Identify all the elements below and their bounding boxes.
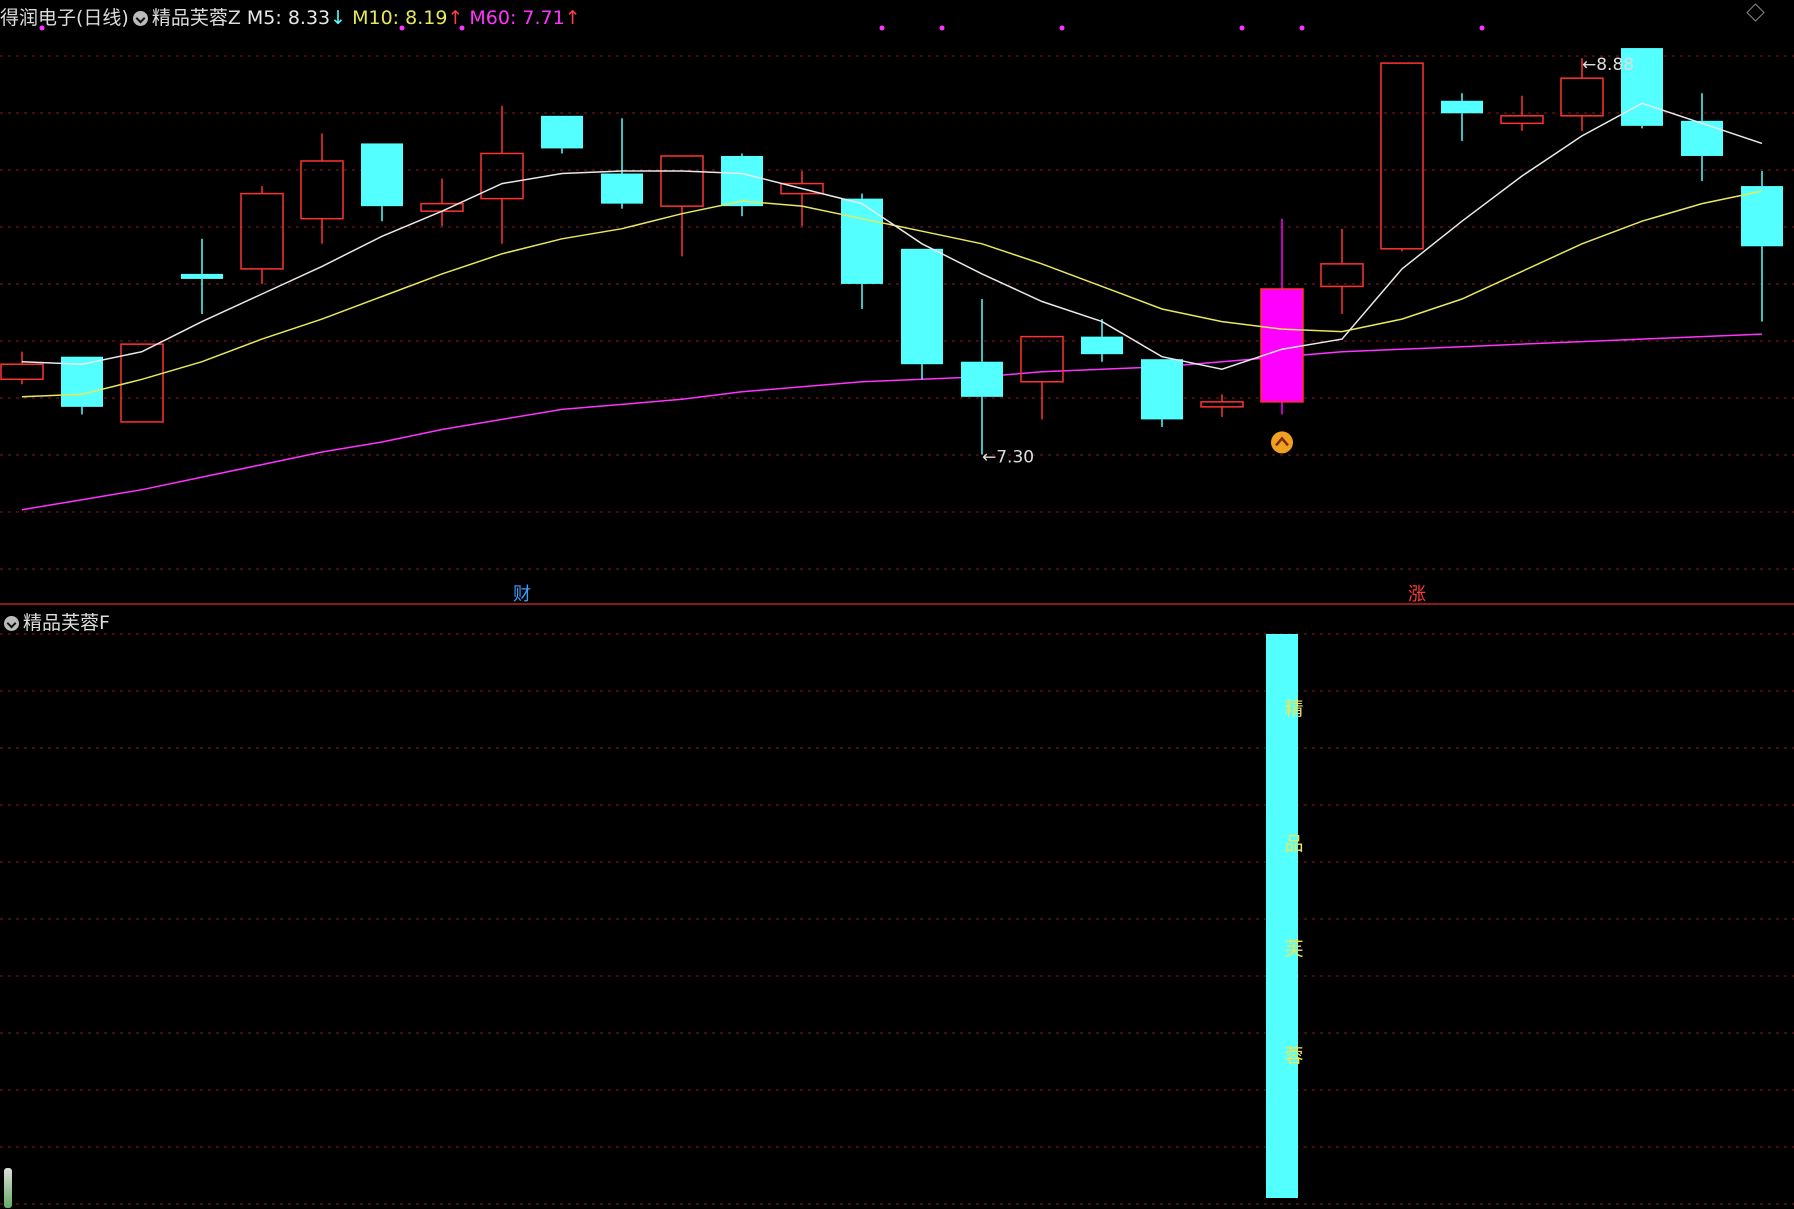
candle-body bbox=[240, 192, 284, 270]
candle-body bbox=[1380, 62, 1424, 250]
sub-panel-bars: 精品芙蓉 bbox=[1266, 634, 1304, 1198]
scroll-handle-icon[interactable] bbox=[4, 1168, 12, 1208]
buy-signal-icon bbox=[1271, 431, 1293, 454]
ma10-value: M10: 8.19 bbox=[352, 7, 448, 29]
candle-body bbox=[961, 361, 1003, 397]
sub-indicator-name[interactable]: 精品芙蓉F bbox=[23, 612, 110, 634]
candle-body bbox=[361, 143, 403, 207]
top-dot bbox=[1299, 25, 1305, 31]
stock-title[interactable]: 得润电子(日线) bbox=[0, 7, 129, 29]
ma60-line bbox=[21, 333, 1763, 511]
signal-bar-text: 芙 bbox=[1284, 938, 1303, 960]
chevron-down-icon[interactable] bbox=[132, 11, 148, 26]
candle-body bbox=[1320, 263, 1364, 288]
candle-body bbox=[1200, 401, 1244, 408]
up-arrow-icon: ↑ bbox=[447, 7, 464, 29]
main-header: 得润电子(日线) 精品芙蓉Z M5: 8.33↓ M10: 8.19↑ M60: … bbox=[0, 3, 581, 30]
candle-body bbox=[841, 198, 883, 284]
price-label: ←7.30 bbox=[982, 448, 1034, 468]
candle-body bbox=[1741, 186, 1783, 247]
candles bbox=[0, 48, 1783, 455]
up-arrow-icon: ↑ bbox=[564, 7, 581, 29]
price-label: ←8.88 bbox=[1582, 55, 1634, 75]
signal-marker: 财 bbox=[513, 584, 531, 605]
candle-body bbox=[1441, 100, 1483, 114]
down-arrow-icon: ↓ bbox=[330, 7, 347, 29]
candle-body bbox=[721, 155, 763, 207]
chevron-down-icon[interactable] bbox=[4, 616, 19, 631]
grid-lines bbox=[0, 55, 1794, 1205]
ma60-value: M60: 7.71 bbox=[469, 7, 565, 29]
candle-body bbox=[1020, 335, 1064, 383]
sub-header: 精品芙蓉F bbox=[0, 608, 110, 635]
candle-body bbox=[1681, 120, 1723, 156]
top-dot bbox=[879, 25, 885, 31]
candle-body bbox=[1560, 77, 1604, 117]
candle-body bbox=[1500, 115, 1544, 125]
candle-body bbox=[1260, 288, 1304, 403]
ma5-value: M5: 8.33 bbox=[246, 7, 331, 29]
signal-bar-text: 蓉 bbox=[1284, 1045, 1303, 1067]
candle-body bbox=[660, 155, 704, 207]
candle-body bbox=[901, 248, 943, 365]
candle-body bbox=[1081, 336, 1123, 355]
candle-body bbox=[181, 273, 223, 279]
candlestick-chart[interactable]: ←8.88 ←7.30 财 涨 精品芙蓉 bbox=[0, 0, 1794, 1209]
candle-body bbox=[0, 363, 44, 381]
top-dot bbox=[1479, 25, 1485, 31]
top-dot bbox=[1239, 25, 1245, 31]
candle-body bbox=[601, 173, 643, 204]
candle-body bbox=[541, 115, 583, 149]
candle-body bbox=[1141, 359, 1183, 420]
candle-body bbox=[480, 152, 524, 200]
top-dot bbox=[939, 25, 945, 31]
indicator-name[interactable]: 精品芙蓉Z bbox=[152, 7, 241, 29]
top-dot bbox=[1059, 25, 1065, 31]
signal-bar-text: 品 bbox=[1284, 833, 1303, 855]
signal-marker: 涨 bbox=[1408, 584, 1426, 605]
price-annotations: ←8.88 ←7.30 财 涨 bbox=[39, 25, 1634, 605]
signal-bar-text: 精 bbox=[1284, 698, 1303, 720]
